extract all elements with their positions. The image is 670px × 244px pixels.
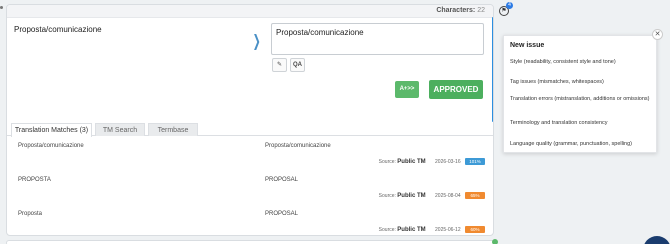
match-meta: Source: Public TM 2026-03-16 101% bbox=[379, 158, 485, 166]
match-row[interactable]: PROPOSTA PROPOSAL Source: Public TM 2025… bbox=[7, 177, 493, 211]
match-row[interactable]: Proposta/comunicazione Proposta/comunica… bbox=[7, 143, 493, 177]
match-origin: Public TM bbox=[397, 226, 426, 233]
source-segment: Proposta/comunicazione bbox=[14, 25, 102, 34]
match-origin-label: Source: bbox=[378, 226, 396, 233]
auto-propagate-button[interactable]: A+>> bbox=[395, 81, 419, 98]
next-segment-card[interactable] bbox=[6, 240, 496, 244]
status-dot bbox=[492, 239, 498, 244]
match-target: Proposta/comunicazione bbox=[265, 143, 331, 149]
match-date: 2025-08-04 bbox=[435, 192, 461, 199]
match-origin: Public TM bbox=[397, 192, 426, 199]
characters-count: 22 bbox=[477, 7, 485, 14]
target-editor[interactable]: Proposta/comunicazione bbox=[271, 23, 484, 55]
matches-tabs: Translation Matches (3) TM Search Termba… bbox=[7, 119, 493, 137]
match-target: PROPOSAL bbox=[265, 177, 299, 183]
match-meta: Source: Public TM 2025-08-04 65% bbox=[379, 192, 485, 200]
match-target: PROPOSAL bbox=[265, 211, 299, 217]
match-date: 2026-03-16 bbox=[435, 158, 461, 165]
close-icon[interactable]: ✕ bbox=[652, 29, 663, 40]
tab-termbase[interactable]: Termbase bbox=[148, 123, 198, 136]
new-issue-title: New issue bbox=[510, 42, 545, 49]
match-percent-badge: 101% bbox=[465, 158, 485, 165]
match-source: PROPOSTA bbox=[18, 177, 51, 183]
match-origin-label: Source: bbox=[378, 158, 396, 165]
match-source: Proposta/comunicazione bbox=[18, 143, 84, 149]
issue-option-translation-errors[interactable]: Translation errors (mistranslation, addi… bbox=[510, 95, 652, 103]
issue-option-terminology[interactable]: Terminology and translation consistency bbox=[510, 119, 652, 127]
issue-option-language-quality[interactable]: Language quality (grammar, punctuation, … bbox=[510, 140, 652, 148]
issue-option-style[interactable]: Style (readability, consistent style and… bbox=[510, 58, 652, 66]
pencil-icon: ✎ bbox=[276, 62, 283, 68]
match-origin-label: Source: bbox=[378, 192, 396, 199]
vertical-scrollbar[interactable] bbox=[492, 17, 493, 122]
avatar[interactable] bbox=[643, 236, 670, 244]
tab-tm-search[interactable]: TM Search bbox=[95, 123, 145, 136]
match-origin: Public TM bbox=[397, 158, 426, 165]
segment-editor: Characters: 22 Proposta/comunicazione ❯ … bbox=[6, 4, 494, 236]
issue-option-tags[interactable]: Tag issues (mismatches, whitespaces) bbox=[510, 78, 652, 86]
match-row[interactable]: Proposta PROPOSAL Source: Public TM 2025… bbox=[7, 211, 493, 235]
characters-bar: Characters: 22 bbox=[7, 5, 493, 18]
match-percent-badge: 60% bbox=[465, 226, 485, 233]
match-date: 2025-06-12 bbox=[435, 226, 461, 233]
characters-label: Characters: bbox=[436, 7, 476, 14]
match-percent-badge: 65% bbox=[465, 192, 485, 199]
match-meta: Source: Public TM 2025-06-12 60% bbox=[379, 226, 485, 234]
character-counter: Characters: 22 bbox=[436, 7, 485, 14]
chevron-right-icon[interactable]: ❯ bbox=[253, 31, 261, 50]
tab-translation-matches[interactable]: Translation Matches (3) bbox=[11, 123, 92, 137]
approved-button[interactable]: APPROVED bbox=[429, 80, 483, 99]
issue-count-badge: 4 bbox=[506, 2, 513, 9]
target-segment: Proposta/comunicazione bbox=[276, 28, 364, 37]
new-issue-menu: New issue Style (readability, consistent… bbox=[503, 35, 657, 153]
match-source: Proposta bbox=[18, 211, 43, 217]
left-indicator-dot bbox=[0, 6, 3, 9]
qa-button[interactable]: QA bbox=[290, 58, 305, 72]
edit-button[interactable]: ✎ bbox=[272, 58, 287, 72]
